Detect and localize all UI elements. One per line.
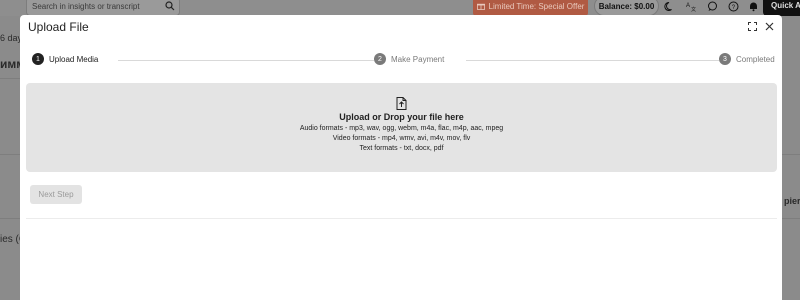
- moon-icon[interactable]: [664, 1, 675, 12]
- svg-text:A: A: [686, 3, 690, 9]
- dropzone-title: Upload or Drop your file here: [339, 112, 464, 122]
- modal-footer: Next Step: [26, 178, 777, 219]
- step-make-payment: 2 Make Payment: [374, 53, 445, 65]
- step-upload-media: 1 Upload Media: [32, 53, 99, 65]
- special-offer-label: Limited Time: Special Offer: [488, 1, 585, 11]
- gift-icon: [476, 3, 485, 10]
- step-completed: 3 Completed: [719, 53, 775, 65]
- balance-badge[interactable]: Balance: $0.00: [594, 0, 659, 16]
- background-search-placeholder: Search in insights or transcript: [32, 2, 140, 11]
- step-number: 1: [32, 53, 44, 65]
- upload-file-modal: Upload File 1 Upload Media 2 Make Paymen…: [20, 15, 782, 300]
- file-upload-icon: [396, 97, 407, 110]
- step-label: Make Payment: [391, 54, 445, 64]
- help-icon[interactable]: ?: [728, 1, 739, 12]
- svg-text:?: ?: [732, 5, 736, 11]
- background-divider: [782, 154, 800, 155]
- background-text-fragment: 6 day: [0, 33, 23, 43]
- search-icon[interactable]: [165, 1, 175, 11]
- audio-formats-text: Audio formats - mp3, wav, ogg, webm, m4a…: [299, 125, 504, 132]
- quick-action-button[interactable]: Quick Ac: [763, 0, 800, 16]
- special-offer-button[interactable]: Limited Time: Special Offer: [473, 0, 588, 16]
- close-icon[interactable]: [765, 22, 774, 31]
- svg-text:文: 文: [691, 6, 696, 12]
- balance-label: Balance: $0.00: [598, 1, 655, 11]
- background-divider: [782, 218, 800, 219]
- background-topbar: Search in insights or transcript Limited…: [0, 0, 800, 16]
- text-formats-text: Text formats - txt, docx, pdf: [359, 145, 444, 152]
- bell-icon[interactable]: [748, 1, 759, 12]
- next-step-button[interactable]: Next Step: [30, 185, 82, 204]
- file-dropzone[interactable]: Upload or Drop your file here Audio form…: [26, 83, 777, 172]
- step-number: 2: [374, 53, 386, 65]
- video-formats-text: Video formats - mp4, wmv, avi, m4v, mov,…: [332, 135, 471, 142]
- modal-actions: [748, 22, 774, 31]
- chat-help-icon[interactable]: [707, 1, 718, 12]
- upload-stepper: 1 Upload Media 2 Make Payment 3 Complete…: [32, 53, 775, 67]
- step-label: Upload Media: [49, 54, 99, 64]
- background-search-input[interactable]: Search in insights or transcript: [26, 0, 180, 16]
- quick-action-label: Quick Ac: [771, 1, 800, 10]
- step-label: Completed: [736, 54, 775, 64]
- expand-icon[interactable]: [748, 22, 757, 31]
- stepper-connector: [466, 60, 734, 61]
- translate-icon[interactable]: A文: [686, 1, 697, 12]
- step-number: 3: [719, 53, 731, 65]
- stepper-connector: [118, 60, 388, 61]
- modal-title: Upload File: [28, 20, 89, 34]
- background-text-fragment: pier: [784, 196, 800, 206]
